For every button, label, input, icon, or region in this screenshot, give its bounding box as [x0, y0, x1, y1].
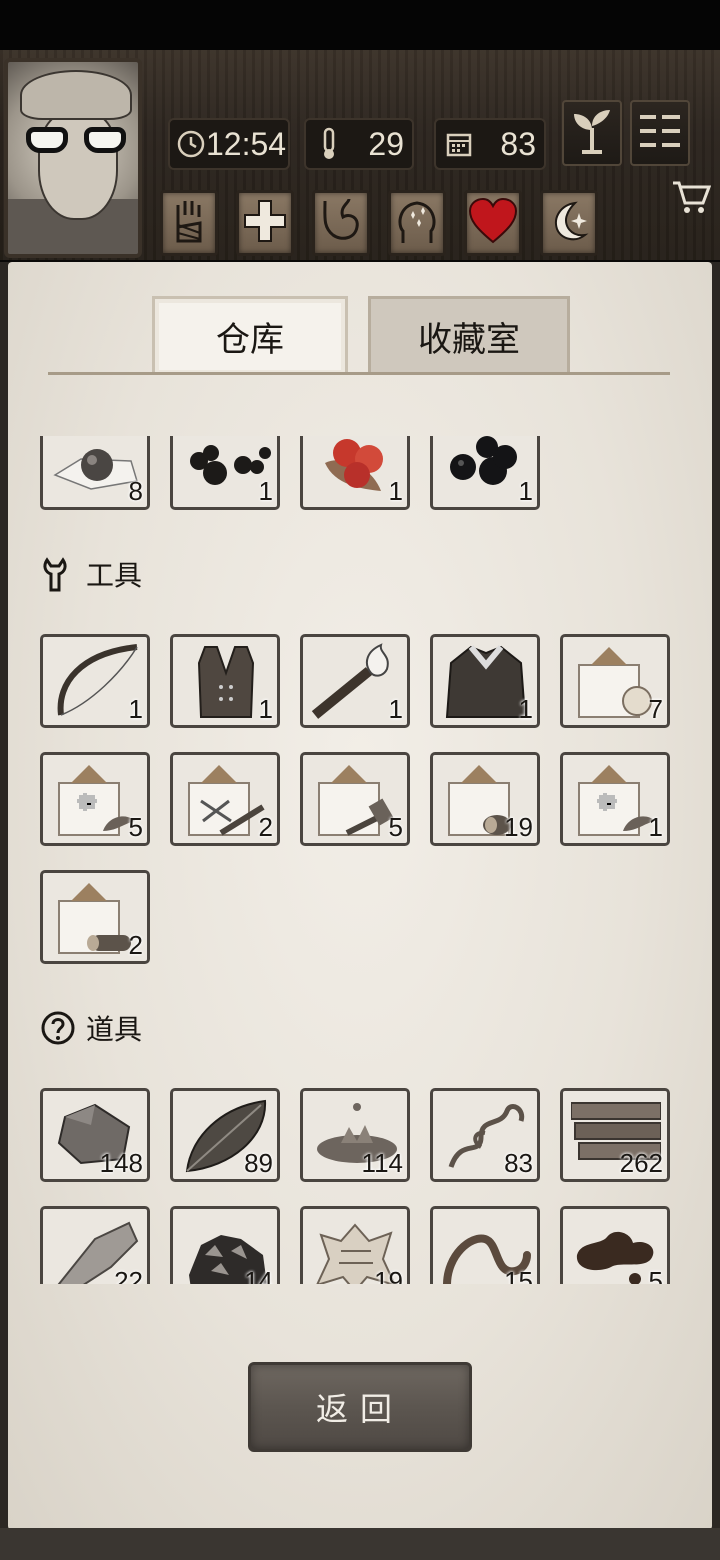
supply-box-wood-item: [51, 879, 141, 955]
inventory-slot[interactable]: 5: [40, 752, 150, 846]
inventory-slot[interactable]: 19: [300, 1206, 410, 1284]
resin-item: [571, 1215, 661, 1284]
supply-box-herb-item: [51, 761, 141, 837]
cart-icon: [671, 177, 712, 221]
inventory-slot[interactable]: 15: [430, 1206, 540, 1284]
time-display: 12:54: [168, 118, 290, 170]
sprout-icon: [570, 106, 614, 160]
tab-collection[interactable]: 收藏室: [368, 296, 570, 374]
inventory-slot[interactable]: 5: [560, 1206, 670, 1284]
mind-status[interactable]: [388, 190, 446, 256]
inventory-slot[interactable]: 8: [40, 436, 150, 510]
inventory-slot[interactable]: 7: [560, 634, 670, 728]
cross-icon: [243, 199, 287, 247]
supply-box-hammer-item: [311, 761, 401, 837]
hunger-status[interactable]: [312, 190, 370, 256]
inventory-slot[interactable]: 1: [40, 634, 150, 728]
props-section-header: 道具: [38, 1008, 142, 1048]
status-bar: [0, 0, 720, 50]
inventory-slot[interactable]: 148: [40, 1088, 150, 1182]
tools-section-header: 工具: [38, 554, 142, 594]
supply-box-food-item: [571, 643, 661, 719]
inventory-slot[interactable]: 114: [300, 1088, 410, 1182]
inventory-slot[interactable]: 1: [430, 436, 540, 510]
inventory-slot[interactable]: 262: [560, 1088, 670, 1182]
menu-icon: [638, 111, 682, 155]
vest-item: [181, 643, 271, 719]
inventory-slot[interactable]: 1: [430, 634, 540, 728]
temperature-value: 29: [368, 125, 404, 162]
heart-status[interactable]: [464, 190, 522, 256]
menu-button[interactable]: [630, 100, 690, 166]
inventory-slot[interactable]: 1: [170, 436, 280, 510]
inventory-slot[interactable]: 83: [430, 1088, 540, 1182]
back-button[interactable]: 返回: [248, 1362, 472, 1452]
hand-bandage-icon: [170, 197, 208, 249]
head-icon: [395, 197, 439, 249]
inventory-slot[interactable]: 2: [170, 752, 280, 846]
question-icon: [38, 1008, 78, 1048]
tab-divider: [48, 372, 670, 375]
avatar[interactable]: [4, 58, 142, 258]
inventory-slot[interactable]: 2: [40, 870, 150, 964]
moon-icon: [547, 199, 591, 247]
inventory-slot[interactable]: 89: [170, 1088, 280, 1182]
inventory-slot[interactable]: 1: [560, 752, 670, 846]
fur-coat-item: [441, 643, 531, 719]
inventory-slot[interactable]: 1: [170, 634, 280, 728]
sprout-button[interactable]: [562, 100, 622, 166]
stone-ball-item: [51, 436, 141, 501]
sleep-status[interactable]: [540, 190, 598, 256]
bow-item: [51, 643, 141, 719]
tools-section-title: 工具: [86, 559, 143, 592]
shop-button[interactable]: [668, 176, 714, 222]
health-status[interactable]: [236, 190, 294, 256]
injury-status[interactable]: [160, 190, 218, 256]
tab-warehouse[interactable]: 仓库: [152, 296, 348, 374]
dark-beads-item: [181, 436, 271, 501]
props-section-title: 道具: [86, 1013, 143, 1046]
inventory-slot[interactable]: 1: [300, 634, 410, 728]
thermometer-icon: [312, 127, 346, 161]
black-berries-item: [441, 436, 531, 501]
calendar-icon: [442, 127, 476, 161]
inventory-slot[interactable]: 22: [40, 1206, 150, 1284]
heart-icon: [468, 197, 518, 248]
inventory-slot[interactable]: 14: [170, 1206, 280, 1284]
inventory-slot[interactable]: 19: [430, 752, 540, 846]
clock-icon: [176, 127, 206, 161]
supply-box-tools-item: [181, 761, 271, 837]
stomach-icon: [319, 197, 363, 249]
red-berries-item: [311, 436, 401, 501]
wrench-icon: [38, 554, 78, 594]
temperature-display: 29: [304, 118, 414, 170]
day-value: 83: [500, 125, 536, 162]
inventory-slot[interactable]: 5: [300, 752, 410, 846]
day-display: 83: [434, 118, 546, 170]
supply-box-herb-item: [571, 761, 661, 837]
torch-item: [311, 643, 401, 719]
inventory-slot[interactable]: 1: [300, 436, 410, 510]
inventory-scroll-area[interactable]: 8 1 1 1 工具 1 1 1 1 7 5 2 5 19 1 2 道具 148…: [8, 436, 712, 1284]
time-value: 12:54: [206, 125, 287, 162]
